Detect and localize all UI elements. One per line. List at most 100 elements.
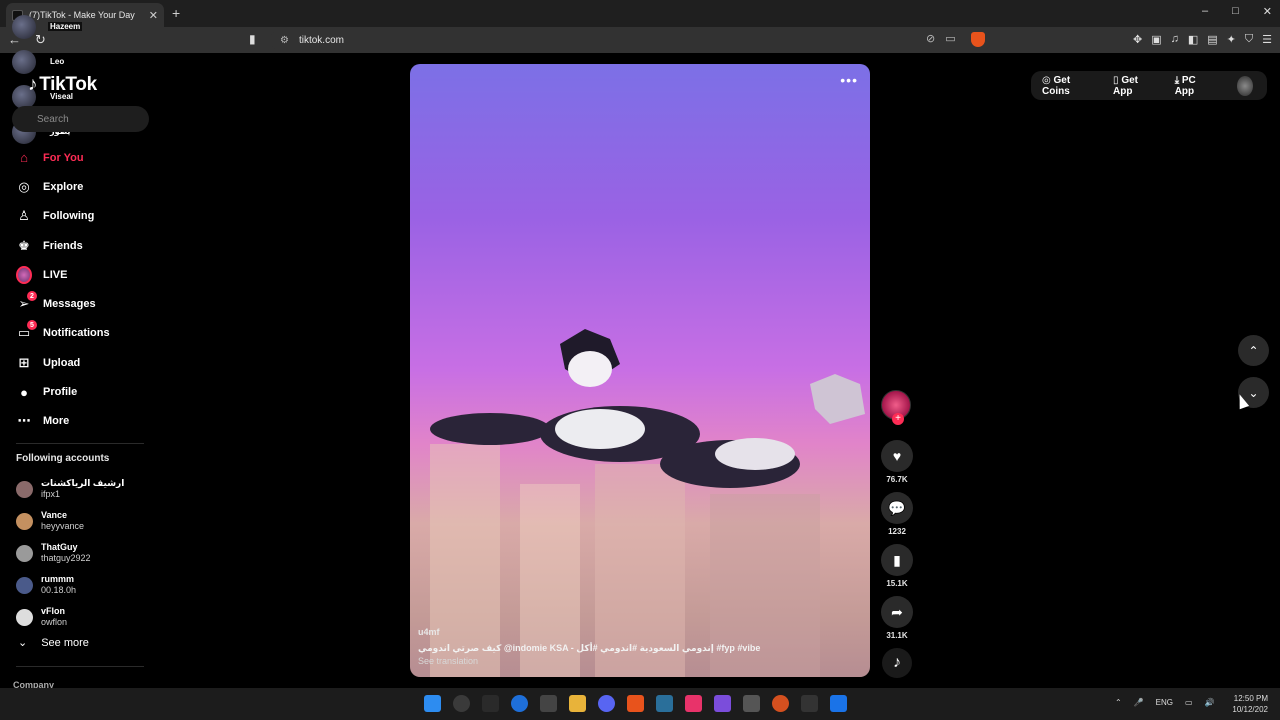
avatar [16, 608, 33, 626]
follow-plus-icon[interactable]: + [892, 413, 904, 425]
nav-label: Upload [43, 356, 81, 369]
app-icon[interactable] [714, 695, 731, 712]
share-arrow-icon: ➦ [891, 603, 903, 620]
account-username: thatguy2922 [41, 553, 91, 563]
nav-item-notifications[interactable]: ▭ 5 Notifications [16, 319, 166, 348]
app-icon[interactable] [685, 695, 702, 712]
music-disc-icon[interactable]: ♪ [882, 648, 912, 678]
brave-shield-icon[interactable] [971, 32, 985, 47]
see-more-button[interactable]: ⌄ See more [18, 636, 89, 650]
nav-item-live[interactable]: LIVE [16, 260, 166, 289]
tray-chevron-icon[interactable]: ⌃ [1115, 698, 1122, 707]
app-icon[interactable] [801, 695, 818, 712]
nav-item-following[interactable]: ♙ Following [16, 202, 166, 231]
maps-icon[interactable] [540, 695, 557, 712]
nav-label: LIVE [43, 268, 68, 281]
close-tab-icon[interactable]: ✕ [149, 9, 158, 22]
account-username: ifpx1 [41, 489, 61, 499]
new-tab-button[interactable]: + [172, 5, 180, 21]
bookmark-icon[interactable]: ▮ [249, 32, 256, 46]
wallet-icon[interactable]: ▤ [1207, 33, 1217, 46]
nav-label: For You [43, 151, 84, 164]
close-window-button[interactable]: ✕ [1263, 5, 1272, 18]
nav-label: Profile [43, 386, 78, 399]
account-username: owflon [41, 617, 68, 627]
steam-icon[interactable] [656, 695, 673, 712]
share-count: 31.1K [886, 631, 908, 640]
leo-ai-icon[interactable]: ✦ [1227, 33, 1236, 46]
account-name: ارشيف الرياكشنات [41, 478, 125, 488]
save-button[interactable]: ▮ [881, 544, 913, 576]
share-button[interactable]: ➦ [881, 596, 913, 628]
nav-item-profile[interactable]: ● Profile [16, 377, 166, 406]
discord-icon[interactable] [598, 695, 615, 712]
address-bar[interactable]: ⚙ tiktok.com [270, 30, 992, 50]
get-coins-button[interactable]: ◎ Get Coins [1042, 75, 1099, 97]
get-app-button[interactable]: ▯ Get App [1113, 75, 1161, 97]
account-item[interactable]: ارشيف الرياكشنات ifpx1 [16, 473, 156, 505]
restore-button[interactable]: □ [1232, 5, 1239, 18]
pc-app-button[interactable]: ⤓ PC App [1175, 75, 1220, 97]
profile-avatar[interactable] [1237, 75, 1253, 96]
like-button[interactable]: ♥ [881, 440, 913, 472]
nav-item-friends[interactable]: ♚ Friends [16, 231, 166, 260]
see-translation-link[interactable]: See translation [418, 656, 478, 666]
extensions-icon[interactable]: ✥ [1133, 33, 1142, 46]
reload-icon[interactable]: ↻ [35, 32, 46, 48]
comment-button[interactable]: 💬 [881, 492, 913, 524]
minimize-button[interactable]: – [1202, 5, 1208, 18]
nav-item-for-you[interactable]: ⌂ For You [16, 143, 166, 172]
vpn-icon[interactable]: ⛉ [1245, 33, 1253, 46]
edge-icon[interactable] [511, 695, 528, 712]
chevron-up-icon: ⌃ [1248, 343, 1259, 358]
account-item[interactable]: Vance heyyvance [16, 505, 156, 537]
language-indicator[interactable]: ENG [1156, 698, 1173, 707]
video-player[interactable]: ••• [410, 64, 870, 677]
app-icon[interactable] [772, 695, 789, 712]
epic-games-icon[interactable] [482, 695, 499, 712]
video-author[interactable]: u4mf [418, 627, 440, 637]
start-icon[interactable] [424, 695, 441, 712]
nav-item-upload[interactable]: ⊞ Upload [16, 348, 166, 377]
brave-icon[interactable] [627, 695, 644, 712]
save-count: 15.1K [886, 579, 908, 588]
activity-icon[interactable] [453, 695, 470, 712]
video-caption: كيف صرتي اندومي @indomie KSA - إندومي ال… [418, 643, 761, 653]
nav-label: Following [43, 210, 95, 223]
taskbar-clock[interactable]: 12:50 PM 10/12/202 [1232, 693, 1268, 715]
music-icon[interactable]: ♫ [1171, 33, 1179, 46]
sidebar-icon[interactable]: ◧ [1188, 33, 1198, 46]
nav-item-messages[interactable]: ➢ 2 Messages [16, 289, 166, 318]
clock-time: 12:50 PM [1233, 694, 1268, 703]
tab-title: (7)TikTok - Make Your Day [29, 10, 135, 20]
following-accounts-list: ارشيف الرياكشنات ifpx1 Vance heyyvance Tha… [16, 473, 156, 633]
file-explorer-icon[interactable] [569, 695, 586, 712]
tiktok-logo[interactable]: ♪ TikTok [28, 74, 97, 96]
account-item[interactable]: ThatGuy thatguy2922 [16, 537, 156, 569]
cast-icon[interactable]: ⊘ [926, 32, 935, 45]
app-icon[interactable] [830, 695, 847, 712]
network-icon[interactable]: ▭ [1185, 698, 1193, 707]
app-icon[interactable] [743, 695, 760, 712]
heart-icon: ♥ [892, 448, 902, 464]
floating-user-avatar[interactable] [12, 15, 36, 39]
screenshot-icon[interactable]: ▣ [1151, 33, 1161, 46]
floating-user-avatar[interactable] [12, 50, 36, 74]
volume-icon[interactable]: 🔊 [1205, 698, 1215, 707]
microphone-icon[interactable]: 🎤 [1134, 698, 1144, 707]
nav-item-more[interactable]: ⋯ More [16, 407, 166, 436]
search-input[interactable]: Search [12, 106, 149, 132]
clock-date: 10/12/202 [1232, 705, 1268, 714]
avatar [16, 512, 33, 530]
url-text: tiktok.com [298, 34, 344, 46]
account-item[interactable]: rummm 00.18.0h [16, 569, 156, 601]
account-item[interactable]: vFlon owflon [16, 601, 156, 633]
previous-video-button[interactable]: ⌃ [1238, 335, 1269, 366]
creator-avatar[interactable]: + [881, 390, 911, 425]
nav-item-explore[interactable]: ◎ Explore [16, 172, 166, 201]
menu-icon[interactable]: ☰ [1262, 33, 1272, 46]
site-settings-icon[interactable]: ⚙ [280, 35, 289, 46]
chevron-down-icon: ⌄ [1248, 385, 1259, 400]
screen-icon[interactable]: ▭ [945, 32, 955, 45]
tiktok-note-icon: ♪ [28, 74, 38, 95]
